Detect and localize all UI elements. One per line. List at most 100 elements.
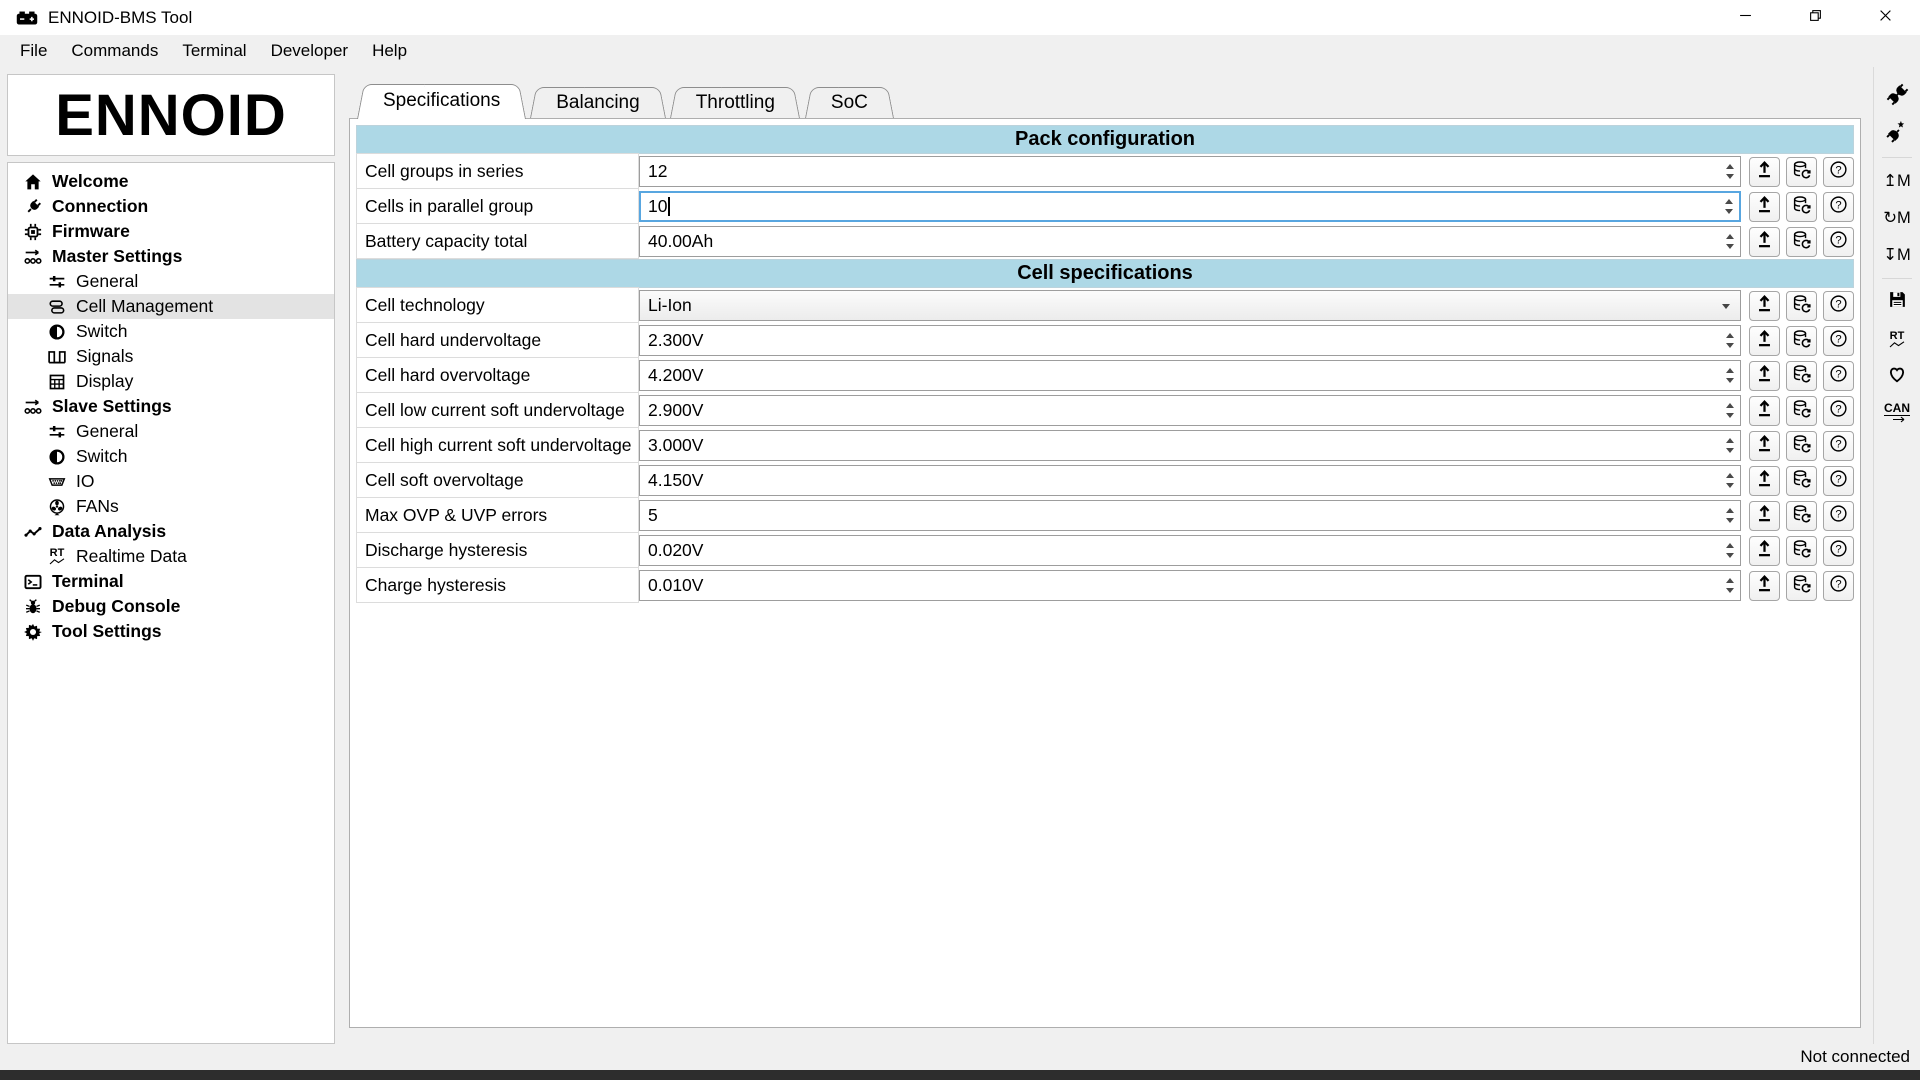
menu-commands[interactable]: Commands [59,35,170,67]
sidebar-item-switch[interactable]: Switch [8,319,334,344]
sidebar-item-signals[interactable]: Signals [8,344,334,369]
read-value-button[interactable] [1786,466,1817,496]
sidebar-item-realtime-data[interactable]: RTRealtime Data [8,544,334,569]
write-value-button[interactable] [1749,326,1780,356]
menu-file[interactable]: File [8,35,59,67]
spin-down-button[interactable] [1726,588,1734,593]
close-button[interactable] [1850,0,1920,35]
write-value-button[interactable] [1749,227,1780,257]
help-button[interactable]: ? [1823,431,1854,461]
sidebar-item-master-settings[interactable]: Master Settings [8,244,334,269]
spinner[interactable] [1720,537,1739,564]
help-button[interactable]: ? [1823,466,1854,496]
cell-hard-undervoltage-input[interactable]: 2.300V [639,325,1741,356]
cell-technology-combobox[interactable]: Li-Ion [639,290,1741,321]
sidebar-item-io[interactable]: IO [8,469,334,494]
charge-hysteresis-input[interactable]: 0.010V [639,570,1741,601]
max-ovp-uvp-errors-input[interactable]: 5 [639,500,1741,531]
connect-button[interactable] [1880,83,1914,111]
read-value-button[interactable] [1786,326,1817,356]
cells-in-parallel-group-input[interactable]: 10 [639,191,1741,222]
sidebar-item-welcome[interactable]: Welcome [8,169,334,194]
save-button[interactable] [1880,288,1914,316]
spin-up-button[interactable] [1726,508,1734,513]
write-value-button[interactable] [1749,291,1780,321]
spin-up-button[interactable] [1726,333,1734,338]
cell-hard-overvoltage-input[interactable]: 4.200V [639,360,1741,391]
tab-balancing[interactable]: Balancing [530,87,665,118]
help-button[interactable]: ? [1823,192,1854,222]
menu-terminal[interactable]: Terminal [170,35,258,67]
cell-low-current-soft-undervoltage-input[interactable]: 2.900V [639,395,1741,426]
sidebar-item-display[interactable]: Display [8,369,334,394]
sidebar-item-connection[interactable]: Connection [8,194,334,219]
read-value-button[interactable] [1786,157,1817,187]
write-value-button[interactable] [1749,501,1780,531]
reload-master-button[interactable]: ↻M [1880,204,1914,232]
help-button[interactable]: ? [1823,571,1854,601]
write-master-button[interactable]: ↥M [1880,167,1914,195]
spinner[interactable] [1720,228,1739,255]
help-button[interactable]: ? [1823,157,1854,187]
read-value-button[interactable] [1786,291,1817,321]
sidebar-item-debug-console[interactable]: Debug Console [8,594,334,619]
read-value-button[interactable] [1786,361,1817,391]
spin-up-button[interactable] [1726,543,1734,548]
spin-up-button[interactable] [1726,368,1734,373]
spin-down-button[interactable] [1726,244,1734,249]
spinner[interactable] [1720,467,1739,494]
realtime-data-button[interactable]: RT [1880,325,1914,353]
spin-down-button[interactable] [1726,553,1734,558]
minimize-button[interactable] [1710,0,1780,35]
spinner[interactable] [1720,158,1739,185]
read-value-button[interactable] [1786,431,1817,461]
spin-up-button[interactable] [1726,578,1734,583]
spin-down-button[interactable] [1726,483,1734,488]
help-button[interactable]: ? [1823,536,1854,566]
sidebar-item-cell-management[interactable]: Cell Management [8,294,334,319]
write-value-button[interactable] [1749,361,1780,391]
sidebar-item-terminal[interactable]: Terminal [8,569,334,594]
sidebar-item-general[interactable]: General [8,269,334,294]
help-button[interactable]: ? [1823,291,1854,321]
help-button[interactable]: ? [1823,361,1854,391]
help-button[interactable]: ? [1823,501,1854,531]
help-button[interactable]: ? [1823,326,1854,356]
read-value-button[interactable] [1786,501,1817,531]
discharge-hysteresis-input[interactable]: 0.020V [639,535,1741,566]
battery-capacity-total-input[interactable]: 40.00Ah [639,226,1741,257]
sidebar-item-switch[interactable]: Switch [8,444,334,469]
write-value-button[interactable] [1749,536,1780,566]
spin-down-button[interactable] [1726,378,1734,383]
read-master-button[interactable]: ↧M [1880,241,1914,269]
write-value-button[interactable] [1749,571,1780,601]
tab-throttling[interactable]: Throttling [670,87,801,118]
favorites-button[interactable] [1880,362,1914,390]
spin-down-button[interactable] [1726,174,1734,179]
sidebar-item-fans[interactable]: FANs [8,494,334,519]
read-value-button[interactable] [1786,536,1817,566]
read-value-button[interactable] [1786,227,1817,257]
spin-down-button[interactable] [1726,518,1734,523]
spin-up-button[interactable] [1726,438,1734,443]
spin-up-button[interactable] [1726,473,1734,478]
spinner[interactable] [1720,502,1739,529]
spin-down-button[interactable] [1726,448,1734,453]
read-value-button[interactable] [1786,192,1817,222]
write-value-button[interactable] [1749,157,1780,187]
spin-down-button[interactable] [1726,413,1734,418]
read-value-button[interactable] [1786,396,1817,426]
can-scan-button[interactable]: CAN [1880,399,1914,427]
spin-up-button[interactable] [1725,199,1733,204]
cell-high-current-soft-undervoltage-input[interactable]: 3.000V [639,430,1741,461]
read-value-button[interactable] [1786,571,1817,601]
spin-up-button[interactable] [1726,164,1734,169]
restore-button[interactable] [1780,0,1850,35]
write-value-button[interactable] [1749,466,1780,496]
spin-up-button[interactable] [1726,234,1734,239]
spin-up-button[interactable] [1726,403,1734,408]
disconnect-button[interactable] [1880,120,1914,148]
spinner[interactable] [1720,327,1739,354]
tab-soc[interactable]: SoC [805,87,894,118]
sidebar-item-slave-settings[interactable]: Slave Settings [8,394,334,419]
